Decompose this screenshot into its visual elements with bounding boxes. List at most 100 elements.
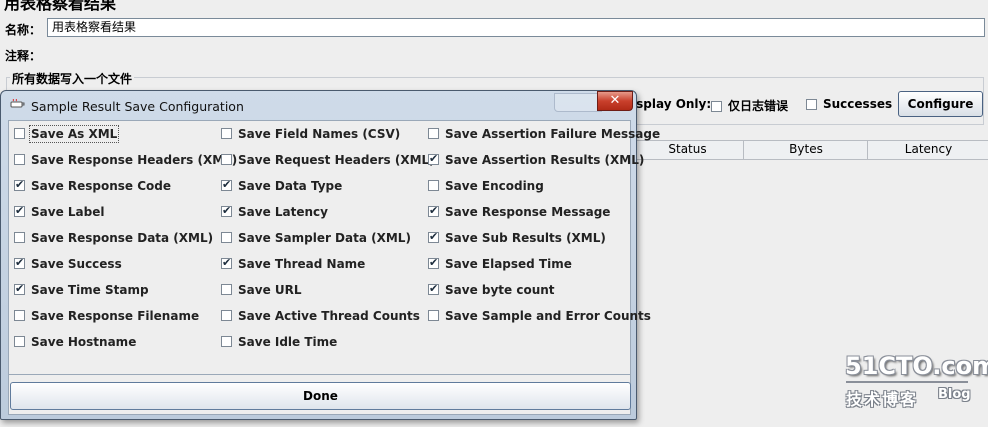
minimize-button[interactable] xyxy=(554,93,602,112)
option-label: Save Time Stamp xyxy=(31,283,149,297)
checkbox-unchecked[interactable] xyxy=(428,128,439,139)
option-checkbox[interactable]: Save URL xyxy=(221,283,302,297)
close-button[interactable]: ✕ xyxy=(597,91,633,111)
option-checkbox[interactable]: Save Response Filename xyxy=(14,309,199,323)
option-label: Save Response Message xyxy=(445,205,611,219)
name-label: 名称： xyxy=(5,23,42,37)
option-label: Save Response Headers (XML) xyxy=(31,153,238,167)
checkbox-unchecked[interactable] xyxy=(14,336,25,347)
option-label: Save byte count xyxy=(445,283,555,297)
checkbox-unchecked[interactable] xyxy=(14,154,25,165)
option-checkbox[interactable]: Save Response Message xyxy=(428,204,611,219)
checkbox-unchecked[interactable] xyxy=(221,154,232,165)
option-checkbox[interactable]: Save byte count xyxy=(428,282,555,297)
dialog-title: Sample Result Save Configuration xyxy=(31,99,244,114)
errors-only-box[interactable] xyxy=(711,101,722,112)
option-checkbox[interactable]: Save Response Headers (XML) xyxy=(14,153,237,167)
display-only-label: isplay Only: xyxy=(632,97,712,111)
watermark-divider xyxy=(846,381,968,383)
checkbox-unchecked[interactable] xyxy=(221,232,232,243)
option-checkbox[interactable]: Save Elapsed Time xyxy=(428,256,572,271)
option-checkbox[interactable]: Save As XML xyxy=(14,125,120,143)
checkbox-checked[interactable] xyxy=(14,204,25,217)
checkbox-unchecked[interactable] xyxy=(14,310,25,321)
option-checkbox[interactable]: Save Active Thread Counts xyxy=(221,309,420,323)
option-checkbox[interactable]: Save Success xyxy=(14,256,122,271)
configure-button[interactable]: Configure xyxy=(898,91,983,117)
watermark-tagline: 技术博客 xyxy=(846,390,919,409)
option-label: Save Assertion Results (XML) xyxy=(445,153,645,167)
errors-only-checkbox[interactable]: 仅日志错误 xyxy=(711,97,788,114)
done-button[interactable]: Done xyxy=(10,382,631,410)
checkbox-unchecked[interactable] xyxy=(221,310,232,321)
checkbox-checked[interactable] xyxy=(221,178,232,191)
option-label: Save Label xyxy=(31,205,105,219)
option-checkbox[interactable]: Save Assertion Results (XML) xyxy=(428,152,645,167)
option-checkbox[interactable]: Save Assertion Failure Message xyxy=(428,127,660,141)
option-checkbox[interactable]: Save Latency xyxy=(221,204,328,219)
option-label: Save Response Code xyxy=(31,179,172,193)
errors-only-label: 仅日志错误 xyxy=(728,99,789,113)
option-checkbox[interactable]: Save Time Stamp xyxy=(14,282,149,297)
page-title: 用表格察看结果 xyxy=(4,0,117,13)
checkbox-unchecked[interactable] xyxy=(428,310,439,321)
option-checkbox[interactable]: Save Response Data (XML) xyxy=(14,231,213,245)
option-checkbox[interactable]: Save Sample and Error Counts xyxy=(428,309,651,323)
option-checkbox[interactable]: Save Hostname xyxy=(14,335,136,349)
checkbox-checked[interactable] xyxy=(428,230,439,243)
checkbox-unchecked[interactable] xyxy=(428,180,439,191)
option-checkbox[interactable]: Save Encoding xyxy=(428,179,544,193)
successes-box[interactable] xyxy=(806,99,817,110)
file-group-title: 所有数据写入一个文件 xyxy=(10,70,135,87)
option-label: Save As XML xyxy=(28,125,120,143)
option-label: Save Success xyxy=(31,257,122,271)
option-label: Save Latency xyxy=(238,205,328,219)
column-header-bytes[interactable]: Bytes xyxy=(743,141,868,159)
checkbox-checked[interactable] xyxy=(14,282,25,295)
option-checkbox[interactable]: Save Request Headers (XML) xyxy=(221,153,435,167)
checkbox-unchecked[interactable] xyxy=(221,128,232,139)
successes-checkbox[interactable]: Successes xyxy=(806,97,892,111)
option-label: Save Request Headers (XML) xyxy=(238,153,435,167)
successes-label: Successes xyxy=(823,97,893,111)
option-checkbox[interactable]: Save Thread Name xyxy=(221,256,366,271)
comment-label: 注释： xyxy=(5,49,42,63)
option-checkbox[interactable]: Save Sub Results (XML) xyxy=(428,230,606,245)
checkbox-checked[interactable] xyxy=(14,256,25,269)
option-label: Save Active Thread Counts xyxy=(238,309,420,323)
option-label: Save Idle Time xyxy=(238,335,338,349)
option-label: Save Elapsed Time xyxy=(445,257,572,271)
checkbox-unchecked[interactable] xyxy=(14,128,25,139)
option-checkbox[interactable]: Save Label xyxy=(14,204,105,219)
comment-input[interactable] xyxy=(47,44,985,64)
option-label: Save Sampler Data (XML) xyxy=(238,231,411,245)
checkbox-checked[interactable] xyxy=(428,256,439,269)
java-cup-icon xyxy=(10,99,25,108)
option-checkbox[interactable]: Save Data Type xyxy=(221,178,343,193)
checkbox-unchecked[interactable] xyxy=(221,336,232,347)
option-label: Save Assertion Failure Message xyxy=(445,127,661,141)
checkbox-checked[interactable] xyxy=(221,256,232,269)
column-header-status[interactable]: Status xyxy=(630,141,744,159)
option-label: Save Thread Name xyxy=(238,257,366,271)
option-label: Save Hostname xyxy=(31,335,137,349)
checkbox-checked[interactable] xyxy=(428,152,439,165)
option-checkbox[interactable]: Save Field Names (CSV) xyxy=(221,127,400,141)
option-checkbox[interactable]: Save Idle Time xyxy=(221,335,337,349)
checkbox-checked[interactable] xyxy=(428,282,439,295)
option-checkbox[interactable]: Save Sampler Data (XML) xyxy=(221,231,411,245)
name-input[interactable]: 用表格察看结果 xyxy=(47,18,985,37)
checkbox-checked[interactable] xyxy=(428,204,439,217)
checkbox-unchecked[interactable] xyxy=(14,232,25,243)
option-checkbox[interactable]: Save Response Code xyxy=(14,178,172,193)
options-panel: Save As XMLSave Response Headers (XML)Sa… xyxy=(8,120,660,375)
option-label: Save Sub Results (XML) xyxy=(445,231,606,245)
checkbox-unchecked[interactable] xyxy=(221,284,232,295)
option-label: Save Sample and Error Counts xyxy=(445,309,651,323)
option-label: Save Data Type xyxy=(238,179,343,193)
close-icon: ✕ xyxy=(609,93,621,108)
watermark-blog: Blog xyxy=(938,387,971,402)
checkbox-checked[interactable] xyxy=(221,204,232,217)
column-header-latency[interactable]: Latency xyxy=(867,141,988,159)
checkbox-checked[interactable] xyxy=(14,178,25,191)
